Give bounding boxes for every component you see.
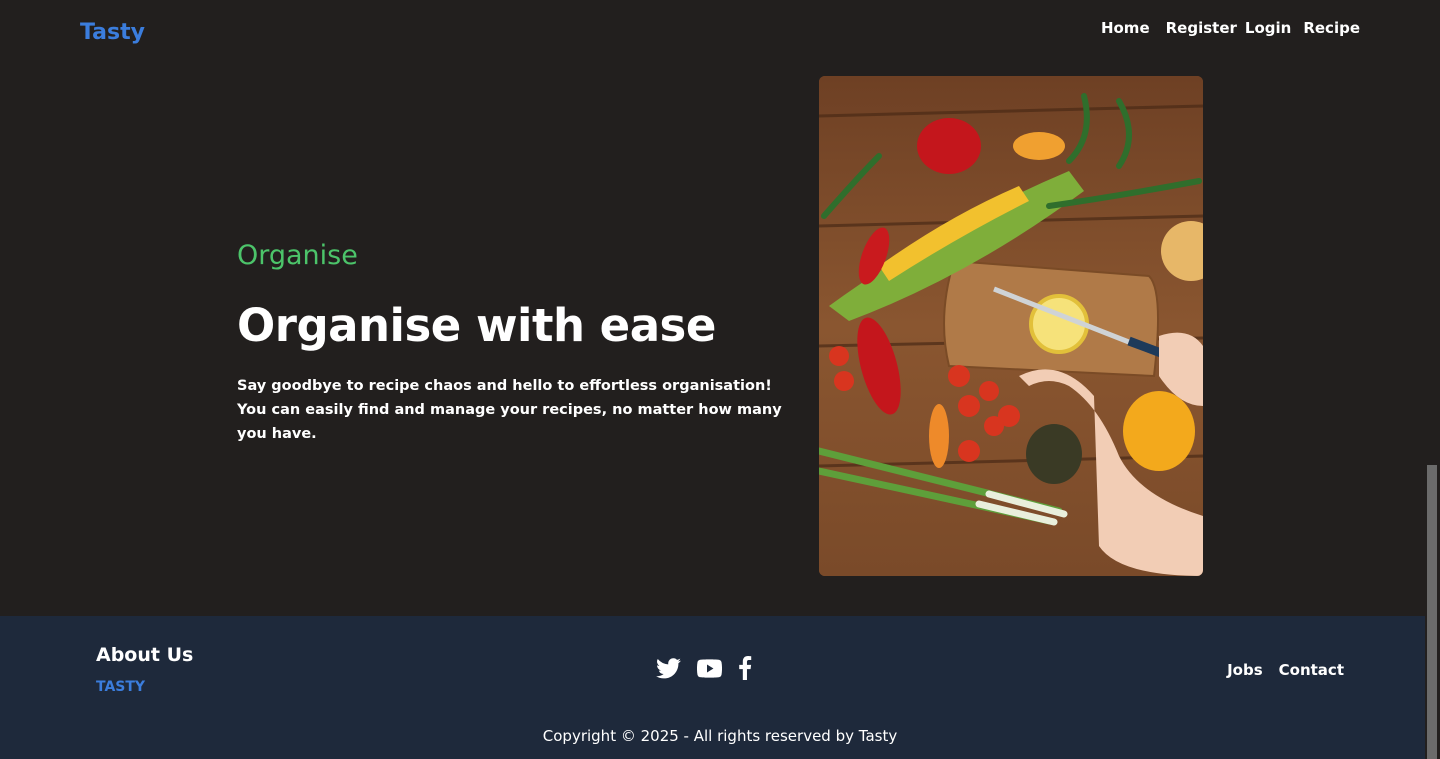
youtube-icon[interactable] xyxy=(696,658,723,682)
footer-links: Jobs Contact xyxy=(1227,661,1344,679)
copyright-text: Copyright © 2025 - All rights reserved b… xyxy=(542,727,898,745)
nav-login-link[interactable]: Login xyxy=(1245,19,1291,37)
nav-recipe-link[interactable]: Recipe xyxy=(1303,19,1360,37)
hero-headline: Organise with ease xyxy=(237,299,716,352)
nav-register-link[interactable]: Register xyxy=(1166,19,1237,37)
scrollbar-thumb[interactable] xyxy=(1427,465,1437,759)
nav-home-link[interactable]: Home xyxy=(1101,19,1150,37)
footer-brand-link[interactable]: TASTY xyxy=(96,679,145,695)
hero-eyebrow: Organise xyxy=(237,240,358,271)
twitter-icon[interactable] xyxy=(656,657,681,683)
footer-about-title: About Us xyxy=(96,644,194,666)
social-links xyxy=(656,656,752,684)
page-scrollbar[interactable] xyxy=(1425,0,1440,759)
hero-description-line-1: Say goodbye to recipe chaos and hello to… xyxy=(237,378,772,394)
footer-contact-link[interactable]: Contact xyxy=(1279,661,1344,679)
brand-logo-link[interactable]: Tasty xyxy=(80,20,145,45)
hero-image xyxy=(819,76,1203,576)
main-nav: Home Register Login Recipe xyxy=(1101,19,1360,37)
facebook-icon[interactable] xyxy=(738,656,752,684)
site-header: Tasty Home Register Login Recipe xyxy=(0,0,1440,66)
hero-description: Say goodbye to recipe chaos and hello to… xyxy=(237,374,807,446)
hero-text: Organise Organise with ease Say goodbye … xyxy=(237,238,807,446)
site-footer: About Us TASTY Jobs Contact Copyright © … xyxy=(0,616,1425,759)
footer-jobs-link[interactable]: Jobs xyxy=(1227,661,1263,679)
hero-description-line-2: You can easily find and manage your reci… xyxy=(237,402,782,442)
